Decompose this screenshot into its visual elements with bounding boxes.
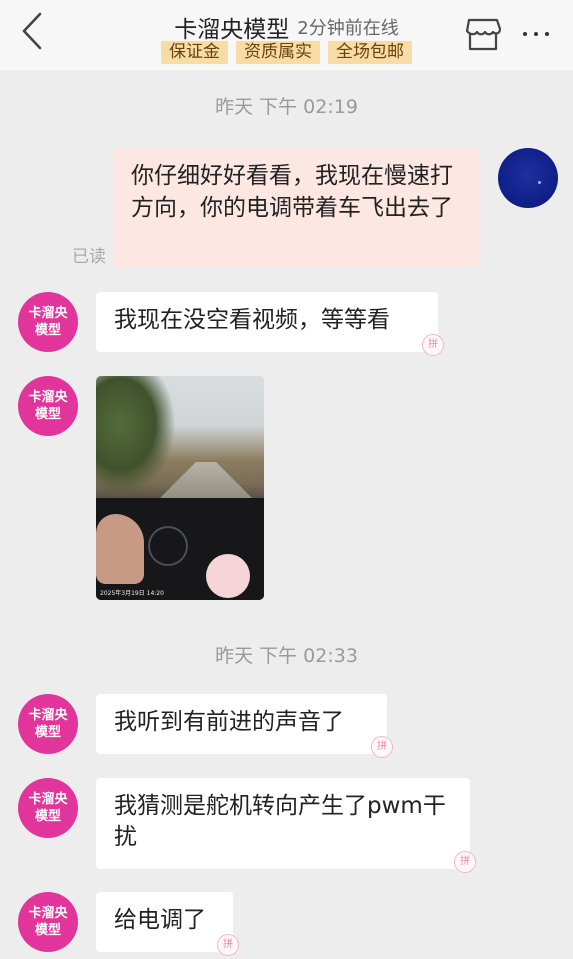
sent-message-bubble[interactable]: 你仔细好好看看，我现在慢速打方向，你的电调带着车飞出去了 — [113, 148, 479, 267]
received-message-bubble[interactable]: 给电调了 拼 — [96, 892, 239, 956]
shop-avatar-label: 卡溜央模型 — [28, 306, 68, 338]
video-timestamp: 2025年3月19日 14:20 — [100, 590, 164, 597]
self-avatar[interactable] — [498, 148, 558, 208]
shop-avatar[interactable]: 卡溜央模型 — [18, 292, 78, 352]
video-message-thumbnail[interactable]: 2025年3月19日 14:20 — [96, 376, 264, 600]
timestamp: 昨天 下午 02:33 — [215, 645, 358, 667]
brand-mark-icon: 拼 — [454, 851, 476, 873]
brand-mark-icon: 拼 — [217, 934, 239, 956]
brand-mark-icon: 拼 — [422, 334, 444, 356]
video-frame-hand — [96, 514, 144, 584]
received-message-bubble[interactable]: 我猜测是舵机转向产生了pwm干扰 拼 — [96, 778, 476, 873]
shop-avatar-label: 卡溜央模型 — [28, 708, 68, 740]
store-button[interactable] — [464, 16, 502, 52]
message-text: 我猜测是舵机转向产生了pwm干扰 — [114, 793, 446, 850]
message-text: 我现在没空看视频，等等看 — [114, 307, 390, 333]
more-dot-icon — [523, 32, 527, 36]
chat-header: 卡溜央模型 2分钟前在线 保证金 资质属实 全场包邮 — [0, 0, 573, 70]
badge-verified[interactable]: 资质属实 — [236, 41, 320, 64]
shop-avatar[interactable]: 卡溜央模型 — [18, 892, 78, 952]
shop-avatar-label: 卡溜央模型 — [28, 792, 68, 824]
star-icon — [538, 181, 541, 184]
shop-avatar[interactable]: 卡溜央模型 — [18, 778, 78, 838]
shop-avatar-label: 卡溜央模型 — [28, 906, 68, 938]
video-frame-scenery — [96, 376, 176, 496]
shop-avatar[interactable]: 卡溜央模型 — [18, 376, 78, 436]
online-status: 2分钟前在线 — [297, 18, 399, 39]
received-message-bubble[interactable]: 我听到有前进的声音了 拼 — [96, 694, 393, 758]
store-icon — [465, 18, 502, 51]
badge-deposit[interactable]: 保证金 — [161, 41, 228, 64]
more-options-button[interactable] — [516, 24, 556, 44]
message-text: 给电调了 — [114, 907, 206, 933]
shop-avatar-label: 卡溜央模型 — [28, 390, 68, 422]
message-text: 我听到有前进的声音了 — [114, 709, 344, 735]
read-receipt: 已读 — [72, 247, 106, 267]
speed-gauge-icon — [148, 526, 188, 566]
received-message-bubble[interactable]: 我现在没空看视频，等等看 拼 — [96, 292, 444, 356]
badge-free-shipping[interactable]: 全场包邮 — [328, 41, 412, 64]
brand-mark-icon: 拼 — [371, 736, 393, 758]
sticker-icon — [206, 554, 250, 598]
more-dot-icon — [534, 32, 538, 36]
shop-name[interactable]: 卡溜央模型 — [174, 17, 289, 43]
timestamp: 昨天 下午 02:19 — [215, 96, 358, 118]
shop-avatar[interactable]: 卡溜央模型 — [18, 694, 78, 754]
more-dot-icon — [545, 32, 549, 36]
